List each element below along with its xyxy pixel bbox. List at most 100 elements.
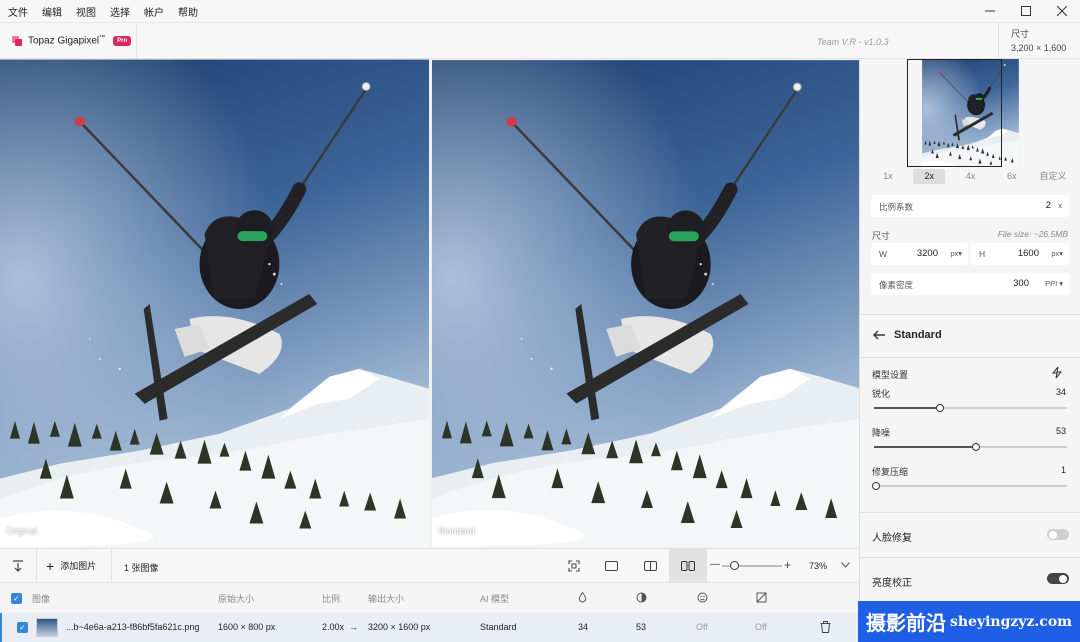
- pixel-density-field[interactable]: 像素密度 300 PPI ▾: [871, 273, 1069, 295]
- plus-icon: +: [46, 557, 55, 574]
- pro-badge: Pro: [113, 36, 132, 46]
- chevron-down-icon[interactable]: [841, 562, 850, 568]
- fit-screen-icon[interactable]: [566, 558, 582, 574]
- settings-panel: 1x 2x 4x 6x 自定义 比例系数 2 x 尺寸 File size: ~…: [859, 59, 1080, 642]
- original-label: Original: [6, 526, 38, 536]
- version-text: Team V.R - v1.0.3: [817, 37, 889, 47]
- brightness-column-icon: [756, 592, 767, 603]
- add-image-label: 添加图片: [60, 561, 97, 571]
- enhanced-preview[interactable]: Standard: [431, 59, 859, 548]
- menu-account[interactable]: 帐户: [137, 4, 171, 19]
- side-by-side-view-button[interactable]: [669, 549, 707, 583]
- output-dimensions: 尺寸 3,200 × 1,600: [998, 23, 1080, 59]
- pixel-density-label: 像素密度: [879, 280, 914, 290]
- zoom-level[interactable]: 73%: [809, 561, 827, 571]
- minimize-icon[interactable]: [972, 0, 1008, 22]
- topaz-logo-icon: [12, 35, 23, 47]
- pixel-density-value: 300: [1013, 278, 1029, 289]
- face-recovery-label: 人脸修复: [872, 533, 912, 544]
- menu-view[interactable]: 视图: [69, 4, 103, 19]
- row-thumbnail: [36, 618, 58, 637]
- split-view-icon[interactable]: [642, 558, 658, 574]
- width-value: 3200: [916, 248, 938, 259]
- scale-tab-6x[interactable]: 6x: [996, 169, 1028, 184]
- image-queue-table: ✓ 图像 原始大小 比例 输出大小 AI 模型 ✓ ...b~4e6a-a213…: [0, 583, 859, 642]
- select-all-checkbox[interactable]: ✓: [11, 593, 22, 604]
- row-scale: 2.00x: [322, 622, 345, 632]
- scale-tabs: 1x 2x 4x 6x 自定义: [872, 169, 1069, 184]
- scale-factor-field[interactable]: 比例系数 2 x: [871, 195, 1069, 217]
- app-header: Topaz Gigapixel™ Pro Team V.R - v1.0.3 尺…: [0, 22, 1080, 59]
- scale-tab-custom[interactable]: 自定义: [1037, 169, 1069, 184]
- brightness-label: 亮度校正: [872, 578, 912, 589]
- zoom-out-button[interactable]: —: [710, 559, 720, 570]
- menu-edit[interactable]: 编辑: [35, 4, 69, 19]
- row-filename: ...b~4e6a-a213-f86bf5fa621c.png: [66, 622, 200, 632]
- watermark: 摄影前沿 sheyingzyz.com: [858, 601, 1080, 642]
- divider: [860, 314, 1080, 315]
- col-image: 图像: [32, 594, 51, 604]
- original-preview[interactable]: Original: [0, 59, 429, 548]
- scale-factor-label: 比例系数: [879, 202, 914, 212]
- arrow-left-icon[interactable]: [872, 330, 886, 340]
- auto-settings-icon[interactable]: [1051, 366, 1063, 379]
- dims-label: 尺寸: [1011, 29, 1030, 39]
- slider-handle[interactable]: [972, 443, 981, 451]
- navigator-thumbnail[interactable]: [860, 59, 1080, 169]
- row-model: Standard: [480, 622, 517, 632]
- zoom-in-button[interactable]: +: [784, 558, 791, 572]
- zoom-slider-handle[interactable]: [730, 561, 739, 570]
- face-recovery-toggle[interactable]: [1047, 529, 1069, 540]
- col-ai-model: AI 模型: [480, 594, 510, 604]
- model-settings-label: 模型设置: [872, 370, 909, 380]
- menu-select[interactable]: 选择: [103, 4, 137, 19]
- trash-icon[interactable]: [820, 621, 831, 633]
- height-value: 1600: [1017, 248, 1039, 259]
- width-field[interactable]: W 3200 px▾: [871, 243, 968, 265]
- slider-handle[interactable]: [871, 482, 880, 490]
- slider-handle[interactable]: [935, 404, 944, 412]
- sharpen-column-icon: [578, 592, 587, 603]
- close-icon[interactable]: [1044, 0, 1080, 22]
- slider-value[interactable]: 1: [1061, 465, 1066, 475]
- height-unit-select[interactable]: px▾: [1051, 249, 1063, 258]
- scale-factor-value: 2: [1045, 200, 1051, 211]
- slider-label: 降噪: [872, 428, 891, 438]
- face-column-icon: [697, 592, 708, 603]
- row-original-size: 1600 × 800 px: [218, 622, 276, 632]
- row-checkbox[interactable]: ✓: [17, 622, 28, 633]
- slider-label: 修复压缩: [872, 467, 909, 477]
- slider-track[interactable]: [874, 443, 1067, 451]
- row-denoise: 53: [636, 622, 647, 632]
- width-unit-select[interactable]: px▾: [950, 249, 962, 258]
- model-header[interactable]: Standard: [872, 329, 942, 341]
- collapse-icon[interactable]: [10, 558, 26, 574]
- maximize-icon[interactable]: [1008, 0, 1044, 22]
- menu-help[interactable]: 帮助: [171, 4, 205, 19]
- row-face: Off: [696, 622, 708, 632]
- slider-fill: [874, 407, 940, 409]
- scale-factor-unit: x: [1058, 201, 1062, 210]
- slider-value[interactable]: 53: [1056, 426, 1066, 436]
- pixel-density-unit-select[interactable]: PPI ▾: [1045, 279, 1063, 288]
- divider: [860, 357, 1080, 358]
- height-field[interactable]: H 1600 px▾: [971, 243, 1069, 265]
- scale-tab-1x[interactable]: 1x: [872, 169, 904, 184]
- zoom-slider[interactable]: [722, 561, 782, 570]
- single-view-icon[interactable]: [603, 558, 619, 574]
- slider-track[interactable]: [871, 482, 1067, 490]
- scale-tab-2x[interactable]: 2x: [913, 169, 946, 184]
- slider-fill: [874, 446, 977, 448]
- slider-value[interactable]: 34: [1056, 387, 1066, 397]
- brightness-toggle[interactable]: [1047, 573, 1069, 584]
- scale-tab-4x[interactable]: 4x: [955, 169, 987, 184]
- menu-file[interactable]: 文件: [0, 4, 35, 19]
- viewport-frame[interactable]: [907, 59, 1002, 167]
- watermark-cn: 摄影前沿: [866, 611, 946, 635]
- add-image-button[interactable]: + 添加图片: [46, 557, 97, 574]
- denoise-column-icon: [636, 592, 647, 603]
- model-name: Standard: [894, 329, 942, 341]
- row-arrow: →: [349, 622, 358, 632]
- slider-track[interactable]: [874, 404, 1067, 412]
- menu-bar: 文件 编辑 视图 选择 帐户 帮助: [0, 0, 1080, 22]
